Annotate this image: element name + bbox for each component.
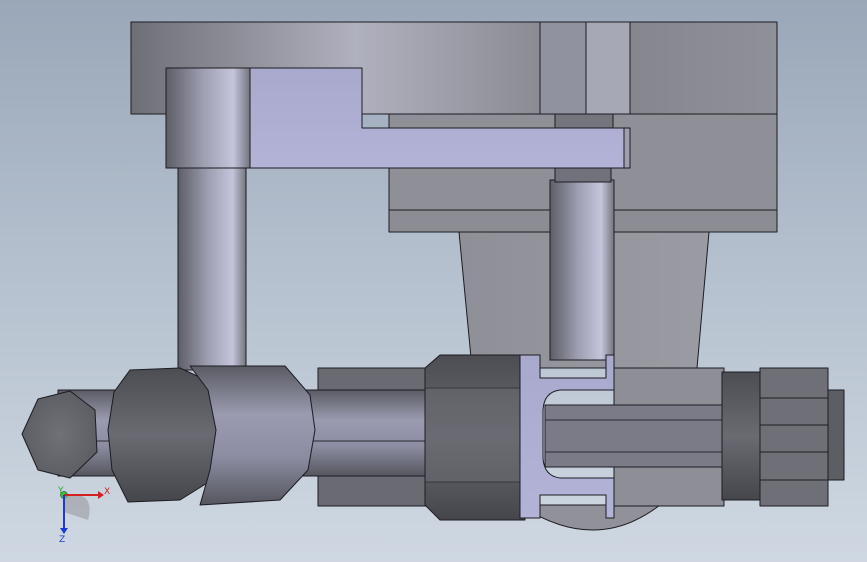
model-canvas[interactable]: X Y Z [0,0,867,562]
right-link-rod [549,179,615,361]
z-axis-label: Z [59,535,65,545]
x-axis-label: X [104,487,110,497]
cad-viewport[interactable]: X Y Z [0,0,867,562]
base-plate [519,504,661,531]
y-axis-label: Y [57,486,64,496]
left-link-rod [177,167,247,371]
triad-plane-icon [64,494,90,520]
shaft-collar [107,365,316,506]
coupling-sleeve [424,354,526,521]
orientation-triad: X Y Z [57,486,110,545]
